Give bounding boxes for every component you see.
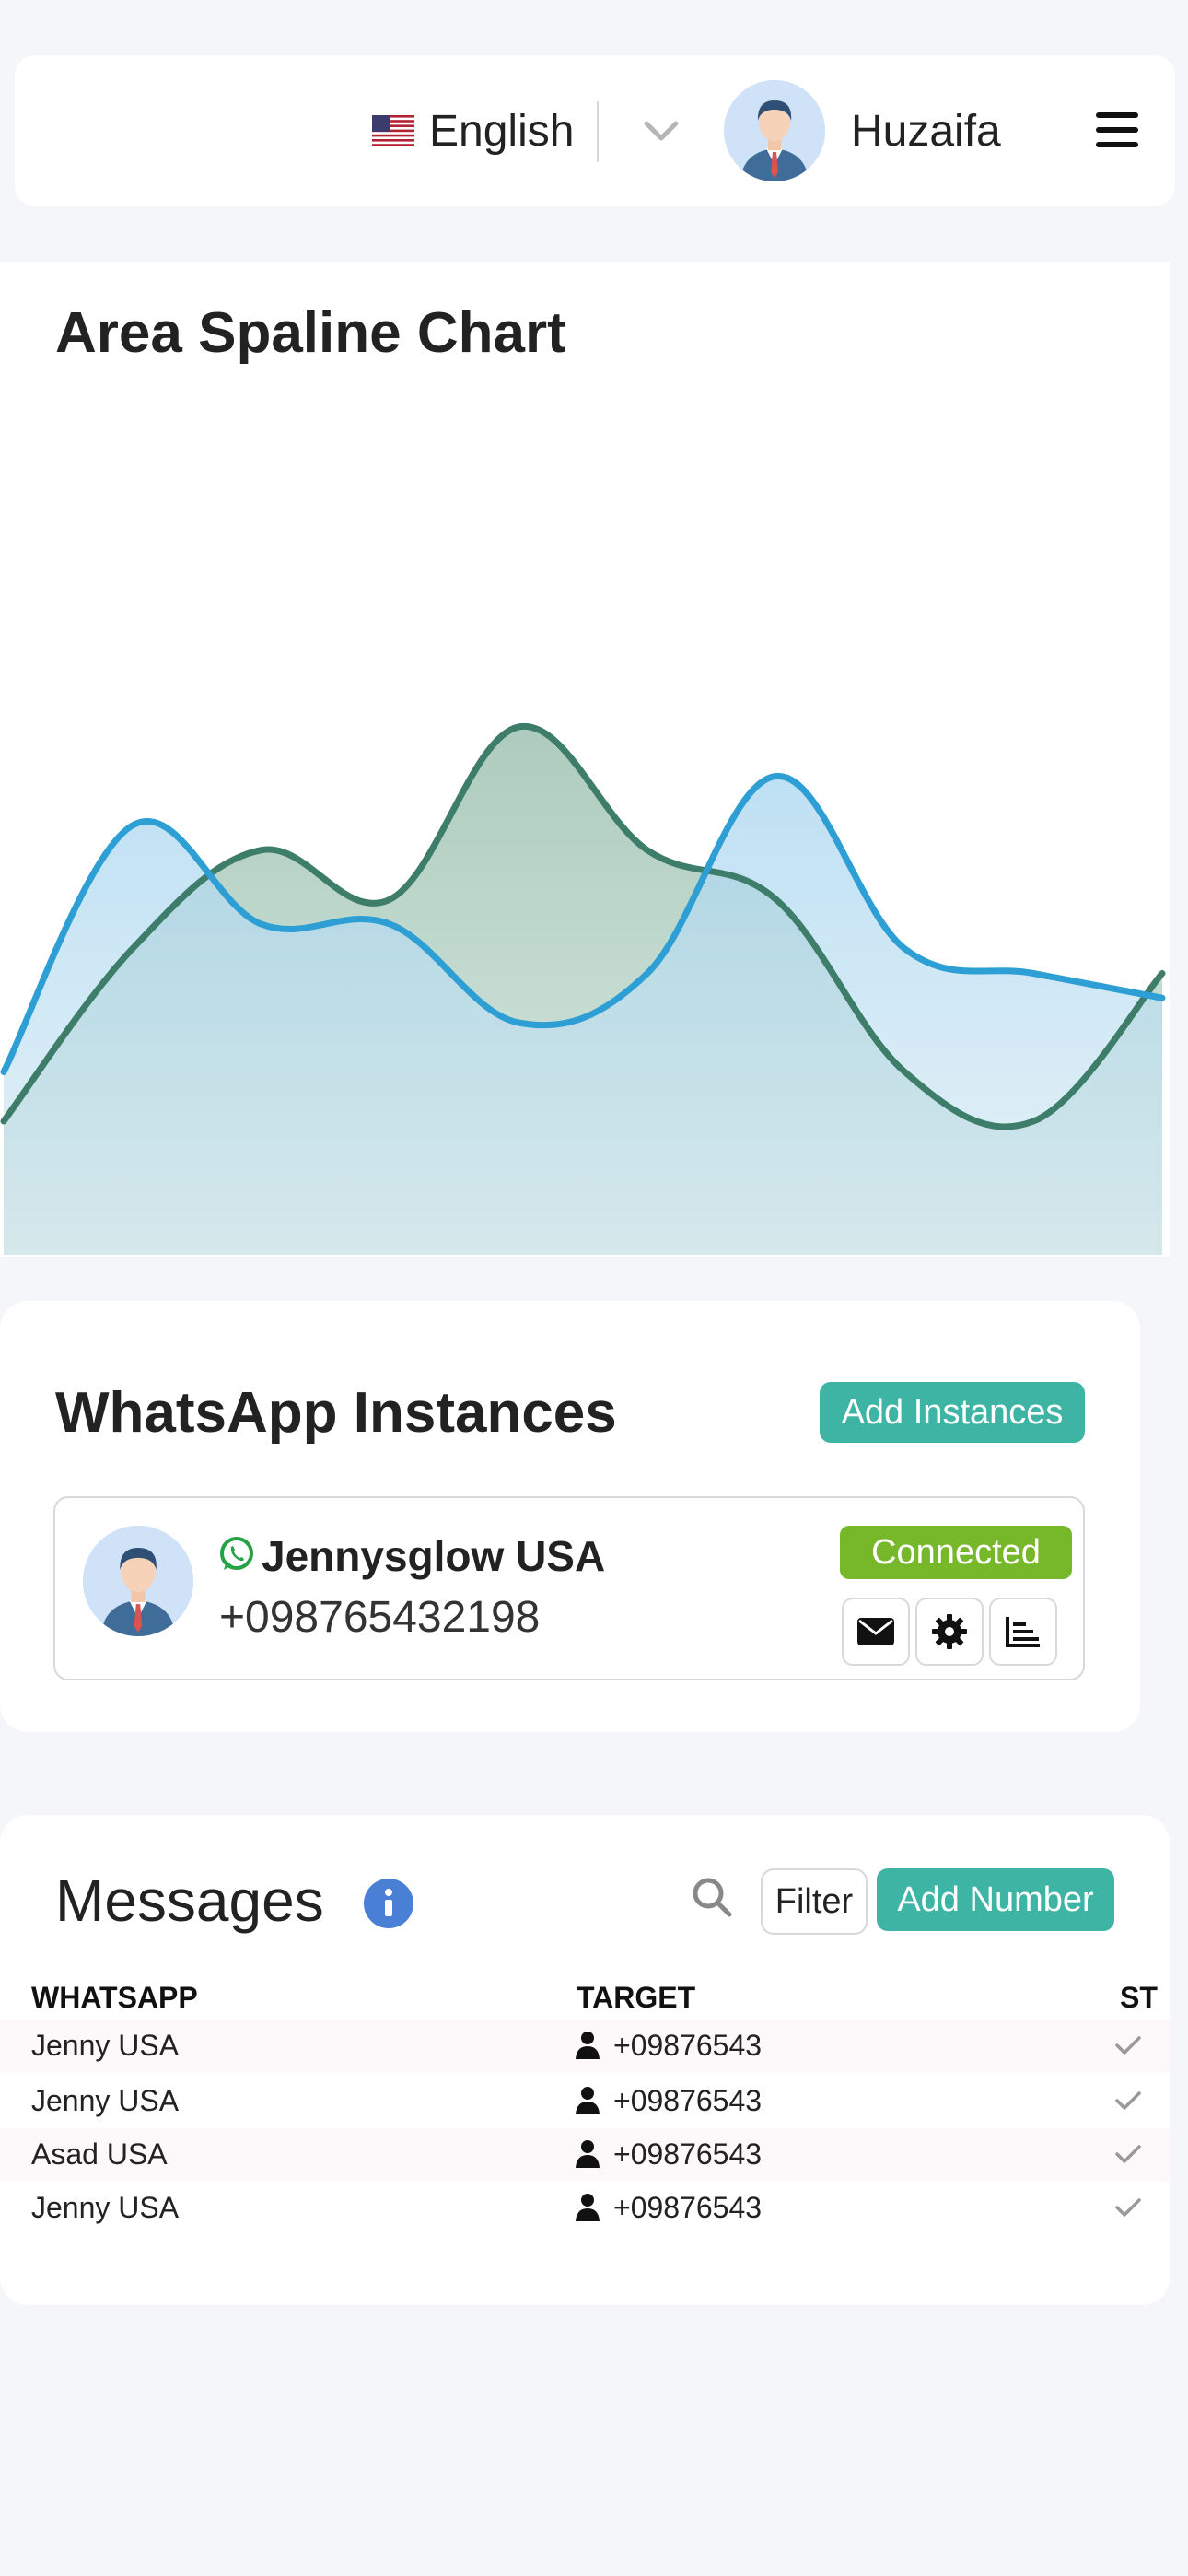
language-label: English	[429, 106, 575, 156]
column-header-whatsapp[interactable]: WHATSAPP	[31, 1981, 198, 2015]
table-row[interactable]: Asad USA +09876543	[0, 2128, 1170, 2182]
user-avatar[interactable]	[724, 80, 825, 181]
analytics-button[interactable]	[989, 1598, 1057, 1666]
status-badge: Connected	[840, 1526, 1072, 1579]
person-icon	[576, 2032, 600, 2059]
check-icon	[1115, 2145, 1141, 2163]
chart-card: Area Spaline Chart	[0, 262, 1170, 1257]
filter-button[interactable]: Filter	[761, 1868, 868, 1935]
cell-whatsapp: Jenny USA	[31, 2084, 180, 2117]
person-icon	[576, 2087, 600, 2114]
table-row[interactable]: Jenny USA +09876543	[0, 2020, 1170, 2073]
person-icon	[576, 2194, 600, 2221]
column-header-status[interactable]: ST	[1120, 1981, 1170, 2015]
message-button[interactable]	[842, 1598, 910, 1666]
instance-phone: +098765432198	[219, 1593, 541, 1642]
chevron-down-icon[interactable]	[643, 120, 680, 142]
cell-whatsapp: Asad USA	[31, 2137, 168, 2171]
cell-target: +09876543	[613, 2029, 763, 2062]
cell-target: +09876543	[613, 2137, 763, 2171]
us-flag-icon	[372, 115, 414, 146]
instance-item[interactable]: Jennysglow USA +098765432198 Connected	[53, 1496, 1085, 1680]
cell-target: +09876543	[613, 2191, 763, 2224]
table-row[interactable]: Jenny USA +09876543	[0, 2182, 1170, 2235]
messages-title: Messages	[55, 1868, 324, 1934]
area-chart	[0, 723, 1166, 1255]
instance-avatar	[83, 1526, 193, 1636]
hamburger-menu-icon[interactable]	[1094, 109, 1140, 151]
whatsapp-icon	[220, 1537, 253, 1570]
envelope-icon	[857, 1618, 894, 1645]
add-number-button[interactable]: Add Number	[877, 1868, 1114, 1931]
info-icon[interactable]	[363, 1878, 414, 1929]
instances-title: WhatsApp Instances	[55, 1381, 617, 1445]
whatsapp-instances-card: WhatsApp Instances Add Instances Jennysg…	[0, 1301, 1140, 1732]
cell-target: +09876543	[613, 2084, 763, 2117]
check-icon	[1115, 2036, 1141, 2055]
check-icon	[1115, 2091, 1141, 2110]
person-icon	[576, 2140, 600, 2168]
language-selector[interactable]: English	[372, 55, 574, 206]
cell-whatsapp: Jenny USA	[31, 2191, 180, 2224]
column-header-target[interactable]: TARGET	[577, 1981, 695, 2015]
bar-chart-icon	[1006, 1617, 1040, 1647]
cell-whatsapp: Jenny USA	[31, 2029, 180, 2062]
avatar-person-icon	[724, 80, 825, 181]
divider	[597, 101, 599, 162]
settings-button[interactable]	[915, 1598, 984, 1666]
search-icon[interactable]	[691, 1876, 733, 1918]
gear-icon	[932, 1614, 967, 1649]
table-row[interactable]: Jenny USA +09876543	[0, 2075, 1170, 2128]
add-instances-button[interactable]: Add Instances	[820, 1382, 1085, 1443]
avatar-person-icon	[83, 1526, 193, 1636]
check-icon	[1115, 2198, 1141, 2217]
top-header: English Huzaifa	[15, 55, 1175, 206]
instance-name: Jennysglow USA	[262, 1532, 606, 1580]
messages-card: Messages Filter Add Number WHATSAPP TARG…	[0, 1815, 1170, 2305]
user-name[interactable]: Huzaifa	[851, 55, 1001, 206]
